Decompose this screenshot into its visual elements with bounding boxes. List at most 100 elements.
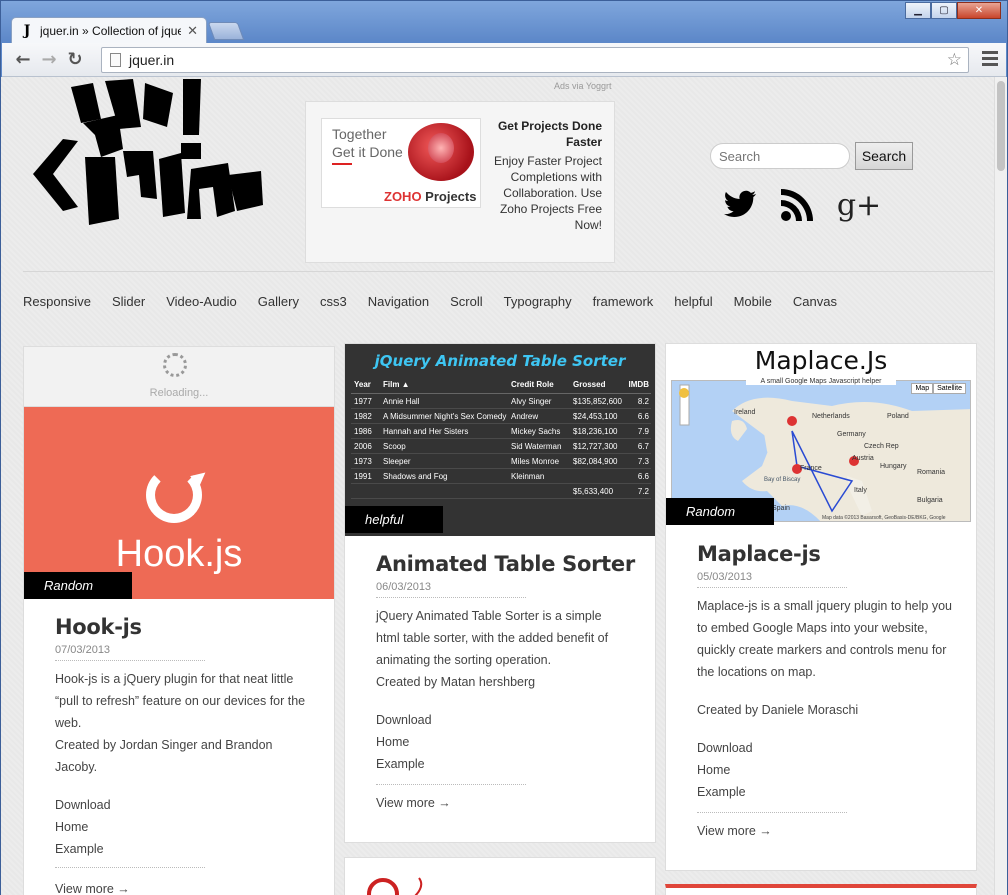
- map-label: Spain: [772, 505, 790, 512]
- map-label: France: [800, 465, 822, 472]
- reload-button[interactable]: ↻: [62, 47, 88, 73]
- post-links: Download Home Example: [697, 737, 753, 803]
- browser-tab[interactable]: J jquer.in » Collection of jquer ✕: [11, 17, 207, 44]
- nav-item-scroll[interactable]: Scroll: [450, 294, 483, 309]
- ad-image[interactable]: Together Get it Done ZOHO Projects: [321, 118, 481, 208]
- ad-image-line2: Get it Done: [332, 144, 403, 160]
- map-label: Bay of Biscay: [764, 477, 801, 483]
- maximize-button[interactable]: ▢: [931, 2, 957, 19]
- map-label: Germany: [837, 431, 866, 438]
- home-link[interactable]: Home: [697, 759, 753, 781]
- post-card-next[interactable]: [344, 857, 656, 895]
- header-divider: [23, 271, 993, 272]
- download-link[interactable]: Download: [376, 709, 432, 731]
- ad-body: Enjoy Faster Project Completions with Co…: [493, 154, 602, 232]
- map-type-map[interactable]: Map: [911, 383, 934, 394]
- post-title[interactable]: Hook-js: [55, 615, 142, 639]
- browser-menu-button[interactable]: [982, 51, 998, 69]
- map-label: Hungary: [880, 463, 907, 470]
- url-text: jquer.in: [129, 52, 175, 68]
- nav-item-typography[interactable]: Typography: [504, 294, 572, 309]
- table-header: Year: [354, 380, 371, 389]
- map-label: Austria: [852, 455, 874, 462]
- page-icon: [110, 53, 121, 67]
- view-more-link[interactable]: View more →: [697, 824, 772, 838]
- minimize-button[interactable]: ▁: [905, 2, 931, 19]
- new-tab-button[interactable]: [207, 22, 245, 40]
- post-links: Download Home Example: [55, 794, 111, 860]
- nav-item-navigation[interactable]: Navigation: [368, 294, 429, 309]
- download-link[interactable]: Download: [697, 737, 753, 759]
- example-link[interactable]: Example: [55, 838, 111, 860]
- table-header: IMDB: [628, 380, 649, 389]
- google-plus-icon[interactable]: g+: [837, 185, 881, 225]
- nav-item-responsive[interactable]: Responsive: [23, 294, 91, 309]
- category-badge[interactable]: Random: [24, 572, 132, 599]
- close-window-button[interactable]: ✕: [957, 2, 1001, 19]
- forward-button[interactable]: →: [36, 47, 62, 73]
- thumbnail-title: Maplace.Js: [754, 346, 888, 375]
- post-description: jQuery Animated Table Sorter is a simple…: [376, 609, 609, 667]
- nav-item-css3[interactable]: css3: [320, 294, 347, 309]
- vertical-scrollbar[interactable]: [994, 77, 1007, 895]
- rss-icon[interactable]: [777, 185, 817, 225]
- view-more-link[interactable]: View more →: [55, 882, 130, 895]
- example-link[interactable]: Example: [697, 781, 753, 803]
- map-label: Romania: [917, 469, 946, 476]
- home-link[interactable]: Home: [376, 731, 432, 753]
- address-bar[interactable]: jquer.in ☆: [101, 47, 969, 73]
- nav-item-helpful[interactable]: helpful: [674, 294, 712, 309]
- ad-brand-prefix: ZOHO: [384, 189, 422, 204]
- home-link[interactable]: Home: [55, 816, 111, 838]
- ads-via-label: Ads via Yoggrt: [554, 81, 612, 91]
- post-title[interactable]: Animated Table Sorter: [376, 552, 635, 576]
- post-date: 06/03/2013: [376, 581, 526, 598]
- nav-item-slider[interactable]: Slider: [112, 294, 145, 309]
- ad-headline[interactable]: Get Projects Done Faster: [492, 118, 602, 150]
- thumbnail-subtitle: A small Google Maps Javascript helper: [746, 378, 896, 385]
- search-input[interactable]: [710, 143, 850, 169]
- refresh-icon: [146, 467, 202, 523]
- nav-item-mobile[interactable]: Mobile: [734, 294, 772, 309]
- category-badge[interactable]: Random: [666, 498, 774, 525]
- nav-item-canvas[interactable]: Canvas: [793, 294, 837, 309]
- view-more-link[interactable]: View more →: [376, 796, 451, 810]
- twitter-icon[interactable]: [721, 185, 759, 225]
- map-label: Ireland: [734, 409, 756, 416]
- post-thumbnail[interactable]: Reloading... Hook.js: [24, 347, 334, 599]
- nav-item-video-audio[interactable]: Video-Audio: [166, 294, 237, 309]
- spinner-icon: [163, 353, 187, 377]
- post-card-next-2[interactable]: [665, 884, 977, 895]
- table-row: 1973 Sleeper Miles Monroe $82,084,900 7.3: [351, 454, 651, 469]
- thumbnail-title: Hook.js: [115, 533, 243, 575]
- sponsored-ad[interactable]: Together Get it Done ZOHO Projects Get Pr…: [305, 101, 615, 263]
- pomegranate-image: [408, 123, 474, 181]
- tab-title: jquer.in » Collection of jquer: [40, 24, 182, 38]
- nav-item-framework[interactable]: framework: [593, 294, 654, 309]
- download-link[interactable]: Download: [55, 794, 111, 816]
- nav-item-gallery[interactable]: Gallery: [258, 294, 299, 309]
- table-row: 1986 Hannah and Her Sisters Mickey Sachs $1…: [351, 424, 651, 439]
- post-card-maplace-js: Maplace.Js Map Satellite Ireland Netherl…: [665, 343, 977, 871]
- post-title[interactable]: Maplace-js: [697, 542, 821, 566]
- category-badge[interactable]: helpful: [345, 506, 443, 533]
- tab-close-icon[interactable]: ✕: [187, 23, 198, 39]
- example-link[interactable]: Example: [376, 753, 432, 775]
- map-label: Italy: [854, 487, 867, 494]
- table-header: Film ▲: [383, 380, 410, 389]
- search-button[interactable]: Search: [855, 142, 913, 170]
- map-type-satellite[interactable]: Satellite: [933, 383, 966, 394]
- back-button[interactable]: ←: [10, 47, 36, 73]
- favicon-icon: J: [23, 23, 31, 39]
- map-label: Czech Rep: [864, 443, 899, 450]
- scrollbar-thumb[interactable]: [997, 81, 1005, 171]
- table-row: 1982 A Midsummer Night's Sex Comedy Andrew…: [351, 409, 651, 424]
- map-label: Netherlands: [812, 413, 850, 420]
- bookmark-star-icon[interactable]: ☆: [947, 50, 962, 70]
- map-credit: Map data ©2013 Basarsoft, GeoBasis-DE/BK…: [822, 515, 946, 521]
- site-logo[interactable]: [23, 79, 265, 229]
- post-credit: Created by Jordan Singer and Brandon Jac…: [55, 738, 273, 774]
- post-thumbnail[interactable]: Maplace.Js Map Satellite Ireland Netherl…: [666, 344, 976, 524]
- post-credit: Created by Matan hershberg: [376, 675, 536, 689]
- page-viewport: Ads via Yoggrt Together Get it Done ZOHO …: [1, 77, 994, 895]
